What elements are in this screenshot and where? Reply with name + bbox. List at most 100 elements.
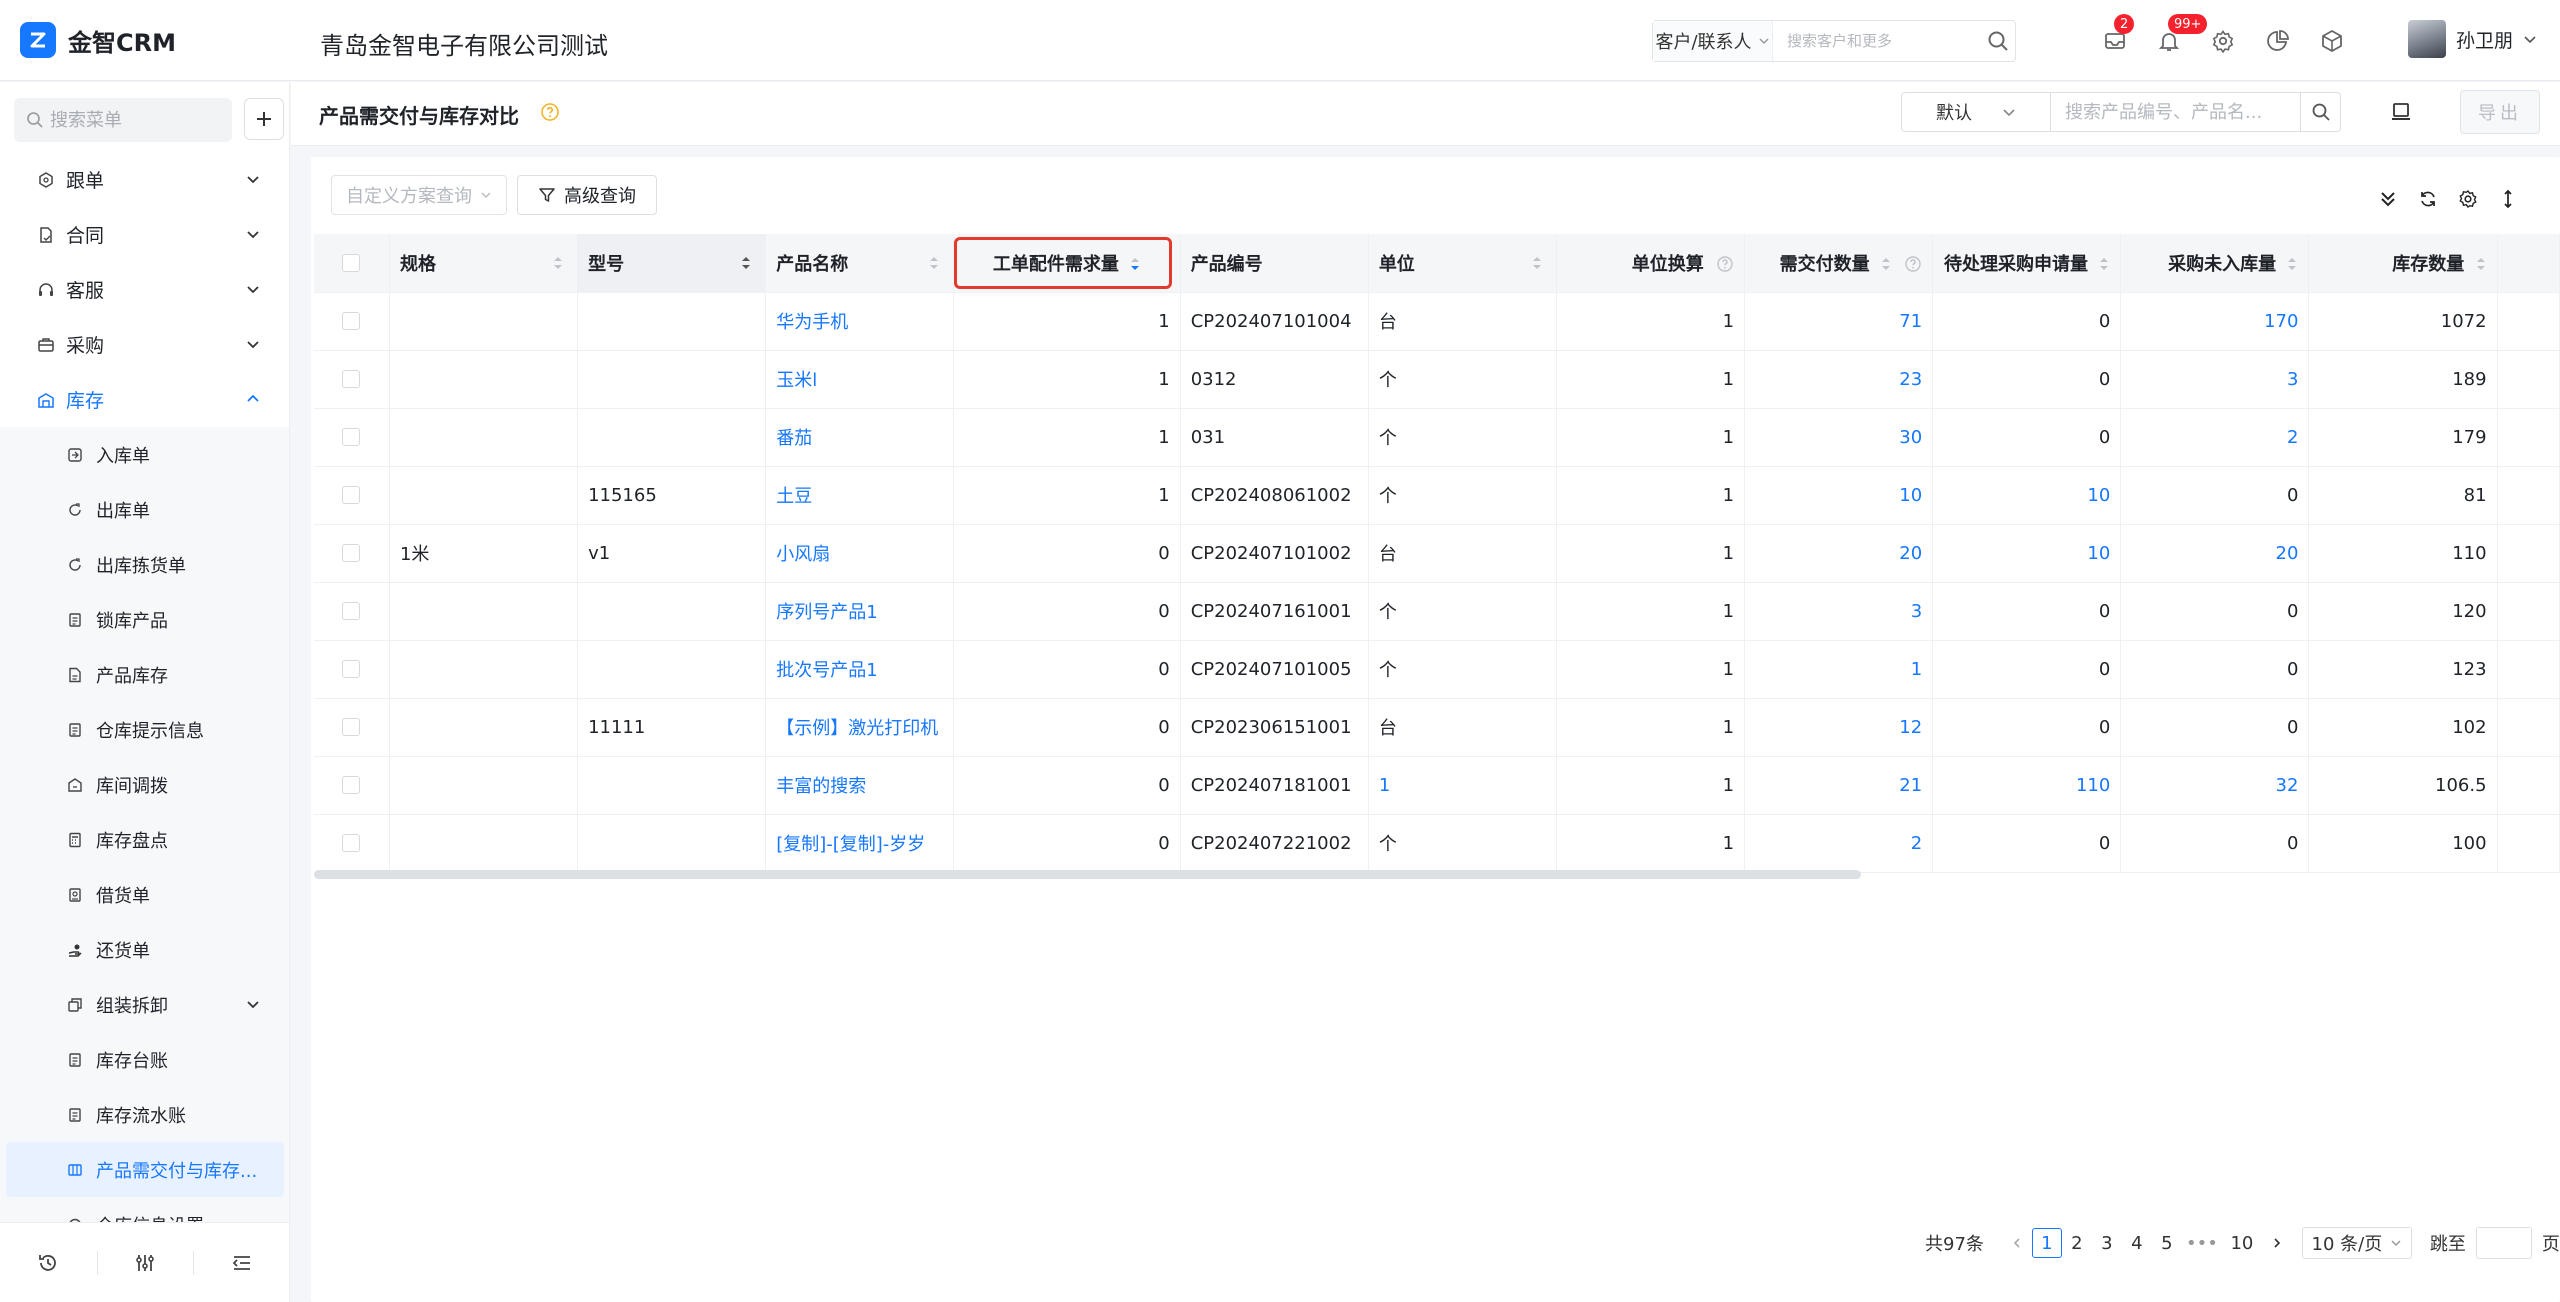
- cell-product-name[interactable]: 【示例】激光打印机: [765, 698, 955, 757]
- cell-unstocked[interactable]: 170: [2120, 292, 2310, 351]
- row-checkbox[interactable]: [342, 312, 361, 330]
- apps-button[interactable]: [2317, 26, 2347, 56]
- cell-product-name[interactable]: 序列号产品1: [765, 582, 955, 641]
- column-header-product-name[interactable]: 产品名称: [765, 234, 955, 293]
- cell-product-name[interactable]: 番茄: [765, 408, 955, 467]
- mail-button[interactable]: 2: [2100, 14, 2135, 56]
- next-page-button[interactable]: [2262, 1228, 2292, 1258]
- cell-pending-purchase[interactable]: 10: [1932, 524, 2122, 583]
- column-header-unit-conversion[interactable]: 单位换算: [1556, 234, 1746, 293]
- cell-deliver-qty[interactable]: 10: [1744, 466, 1934, 525]
- sidebar-item-transfer[interactable]: 库间调拨: [0, 757, 289, 812]
- table-row[interactable]: 丰富的搜索 0 CP202407181001 1 1 21 110 32 106.5: [314, 756, 2560, 815]
- global-search-input[interactable]: [1773, 21, 1981, 61]
- view-select[interactable]: 默认: [1901, 92, 2051, 132]
- sidebar-item-picking[interactable]: 出库拣货单: [0, 537, 289, 592]
- export-button[interactable]: 导出: [2460, 90, 2540, 134]
- help-icon[interactable]: [1904, 255, 1922, 273]
- search-type-select[interactable]: 客户/联系人: [1653, 21, 1773, 61]
- column-header-demand[interactable]: 工单配件需求量: [953, 234, 1181, 293]
- collapse-sidebar-button[interactable]: [193, 1223, 289, 1302]
- sort-icon[interactable]: [928, 255, 940, 271]
- sort-icon[interactable]: [552, 255, 564, 271]
- column-header-unit[interactable]: 单位: [1368, 234, 1557, 293]
- sort-icon[interactable]: [2098, 256, 2110, 272]
- page-2[interactable]: 2: [2062, 1228, 2092, 1258]
- sidebar-item-outbound[interactable]: 出库单: [0, 482, 289, 537]
- sort-desc-icon[interactable]: [1129, 256, 1141, 272]
- sidebar-item-return[interactable]: 还货单: [0, 922, 289, 977]
- select-all-checkbox[interactable]: [342, 253, 361, 272]
- row-checkbox[interactable]: [342, 602, 361, 620]
- column-header-product-code[interactable]: 产品编号: [1180, 234, 1369, 293]
- row-checkbox-cell[interactable]: [314, 640, 390, 699]
- sidebar-item-tracking[interactable]: 跟单: [0, 152, 289, 207]
- cell-product-name[interactable]: 小风扇: [765, 524, 955, 583]
- column-header-spec[interactable]: 规格: [389, 234, 579, 293]
- sidebar-item-warehouse-alert[interactable]: 仓库提示信息: [0, 702, 289, 757]
- table-row[interactable]: 11111 【示例】激光打印机 0 CP202306151001 台 1 12 0 0 102: [314, 698, 2560, 757]
- cell-deliver-qty[interactable]: 2: [1744, 814, 1934, 873]
- cell-product-name[interactable]: 玉米l: [765, 350, 955, 409]
- row-checkbox-cell[interactable]: [314, 466, 390, 525]
- cell-unstocked[interactable]: 20: [2120, 524, 2310, 583]
- page-ellipsis[interactable]: •••: [2182, 1228, 2222, 1258]
- sidebar-item-delivery-vs-stock[interactable]: 产品需交付与库存...: [6, 1142, 284, 1197]
- table-row[interactable]: 批次号产品1 0 CP202407101005 个 1 1 0 0 123: [314, 640, 2560, 699]
- sidebar-item-inventory[interactable]: 库存: [0, 372, 289, 427]
- sidebar-item-contract[interactable]: 合同: [0, 207, 289, 262]
- row-checkbox[interactable]: [342, 486, 361, 504]
- refresh-button[interactable]: [2416, 187, 2440, 211]
- cell-deliver-qty[interactable]: 21: [1744, 756, 1934, 815]
- help-icon[interactable]: [1716, 255, 1734, 273]
- prev-page-button[interactable]: [2002, 1228, 2032, 1258]
- sidebar-item-borrow[interactable]: 借货单: [0, 867, 289, 922]
- sidebar-item-locked[interactable]: 锁库产品: [0, 592, 289, 647]
- page-4[interactable]: 4: [2122, 1228, 2152, 1258]
- cell-deliver-qty[interactable]: 23: [1744, 350, 1934, 409]
- cell-deliver-qty[interactable]: 1: [1744, 640, 1934, 699]
- sidebar-item-warehouse-settings[interactable]: 仓库信息设置: [0, 1197, 289, 1222]
- notification-button[interactable]: 99+: [2154, 14, 2208, 56]
- cell-product-name[interactable]: 土豆: [765, 466, 955, 525]
- product-search-input[interactable]: [2051, 93, 2300, 131]
- row-checkbox[interactable]: [342, 370, 361, 388]
- user-menu[interactable]: 孙卫朋: [2408, 20, 2537, 58]
- customize-button[interactable]: [96, 1223, 194, 1302]
- column-header-pending-purchase[interactable]: 待处理采购申请量: [1932, 234, 2122, 293]
- cell-pending-purchase[interactable]: 110: [1932, 756, 2122, 815]
- cell-product-name[interactable]: 丰富的搜索: [765, 756, 955, 815]
- column-header-deliver-qty[interactable]: 需交付数量: [1744, 234, 1934, 293]
- page-size-select[interactable]: 10 条/页: [2301, 1227, 2412, 1259]
- table-row[interactable]: 番茄 1 031 个 1 30 0 2 179: [314, 408, 2560, 467]
- cell-product-name[interactable]: 华为手机: [765, 292, 955, 351]
- help-icon[interactable]: [540, 102, 560, 122]
- row-checkbox[interactable]: [342, 718, 361, 736]
- page-1[interactable]: 1: [2031, 1228, 2062, 1258]
- sidebar-item-assembly[interactable]: 组装拆卸: [0, 977, 289, 1032]
- sidebar-item-ledger[interactable]: 库存台账: [0, 1032, 289, 1087]
- row-checkbox[interactable]: [342, 660, 361, 678]
- print-icon[interactable]: [2389, 100, 2413, 124]
- sidebar-item-purchase[interactable]: 采购: [0, 317, 289, 372]
- row-checkbox-cell[interactable]: [314, 756, 390, 815]
- expand-all-button[interactable]: [2376, 187, 2400, 211]
- row-checkbox-cell[interactable]: [314, 350, 390, 409]
- cell-unstocked[interactable]: 32: [2120, 756, 2310, 815]
- menu-search-input[interactable]: [50, 109, 220, 131]
- row-checkbox[interactable]: [342, 834, 361, 852]
- row-checkbox-cell[interactable]: [314, 582, 390, 641]
- select-all-checkbox-cell[interactable]: [314, 234, 390, 293]
- sidebar-item-service[interactable]: 客服: [0, 262, 289, 317]
- sort-icon[interactable]: [1531, 255, 1543, 271]
- sidebar-item-product-stock[interactable]: 产品库存: [0, 647, 289, 702]
- add-button[interactable]: [244, 98, 284, 140]
- table-row[interactable]: [复制]-[复制]-岁岁 0 CP202407221002 个 1 2 0 0 100: [314, 814, 2560, 873]
- cell-pending-purchase[interactable]: 10: [1932, 466, 2122, 525]
- sort-icon[interactable]: [2286, 256, 2298, 272]
- row-checkbox-cell[interactable]: [314, 814, 390, 873]
- table-row[interactable]: 115165 土豆 1 CP202408061002 个 1 10 10 0 81: [314, 466, 2560, 525]
- page-10[interactable]: 10: [2222, 1228, 2262, 1258]
- row-checkbox[interactable]: [342, 776, 361, 794]
- sidebar-item-inbound[interactable]: 入库单: [0, 427, 289, 482]
